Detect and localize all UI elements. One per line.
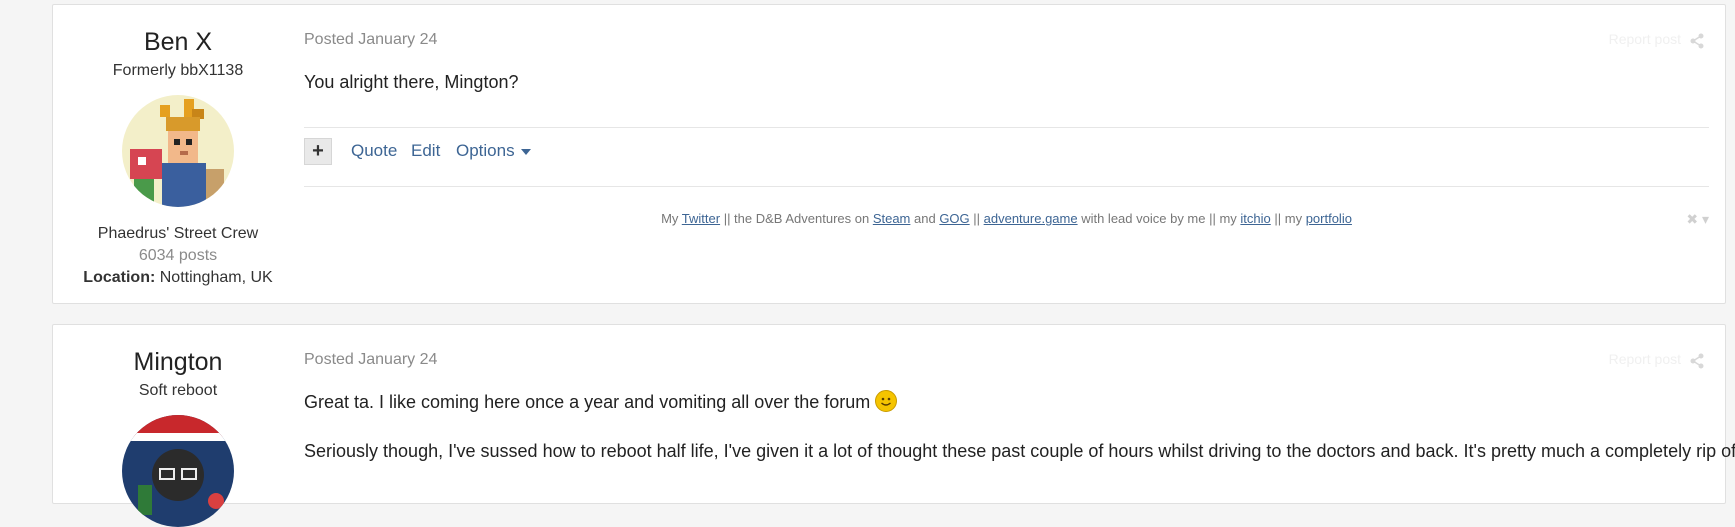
sig-text: || my — [1270, 211, 1306, 226]
post-content: Posted January 24 Report post You alrigh… — [304, 5, 1709, 227]
author-title: Formerly bbX1138 — [112, 62, 244, 79]
author-name[interactable]: Mington — [53, 347, 303, 377]
post-paragraph: Seriously though, I've sussed how to reb… — [304, 441, 1735, 461]
share-icon[interactable] — [1689, 33, 1705, 49]
post-ben-x: Ben X Formerly bbX1138 Phaedrus' Street … — [52, 4, 1726, 304]
multiquote-plus-button[interactable]: + — [304, 138, 332, 165]
sig-link-adventure-game[interactable]: adventure.game — [984, 211, 1078, 226]
author-name[interactable]: Ben X — [53, 27, 303, 57]
post-body: You alright there, Mington? — [304, 72, 519, 92]
edit-button[interactable]: Edit — [411, 140, 440, 162]
report-post-link[interactable]: Report post — [1609, 31, 1681, 47]
options-menu-button[interactable]: Options — [456, 140, 531, 162]
sig-link-gog[interactable]: GOG — [939, 211, 969, 226]
smile-emoji-icon — [875, 390, 898, 412]
signature-hide-icon[interactable]: ✖ ▾ — [1686, 211, 1709, 228]
sig-link-itchio[interactable]: itchio — [1240, 211, 1270, 226]
author-panel: Mington Soft reboot — [53, 325, 303, 527]
report-post-link[interactable]: Report post — [1609, 351, 1681, 367]
author-title: Soft reboot — [138, 382, 218, 399]
author-panel: Ben X Formerly bbX1138 Phaedrus' Street … — [53, 5, 303, 289]
sig-link-portfolio[interactable]: portfolio — [1306, 211, 1352, 226]
author-location: Location: Nottingham, UK — [53, 267, 303, 289]
post-paragraph-text: Great ta. I like coming here once a year… — [304, 392, 871, 412]
sig-link-twitter[interactable]: Twitter — [682, 211, 720, 226]
post-content: Posted January 24 Report post Great ta. … — [304, 325, 1735, 488]
author-group: Phaedrus' Street Crew — [97, 225, 259, 242]
signature: My Twitter || the D&B Adventures on Stea… — [304, 211, 1709, 226]
sig-text: with lead voice by me || my — [1077, 211, 1241, 226]
post-body: Great ta. I like coming here once a year… — [304, 390, 1735, 463]
post-mington: Mington Soft reboot Posted January 24 Re… — [52, 324, 1735, 527]
post-actions-bar: + Quote Edit Options — [304, 127, 1709, 187]
quote-button[interactable]: Quote — [351, 140, 397, 162]
chevron-down-icon — [520, 148, 531, 155]
post-date[interactable]: Posted January 24 — [304, 350, 1709, 370]
location-value: Nottingham, UK — [159, 269, 273, 286]
post-paragraph: Great ta. I like coming here once a year… — [304, 390, 1709, 414]
sig-text: and — [910, 211, 940, 226]
location-label: Location: — [83, 269, 156, 286]
share-icon[interactable] — [1689, 353, 1705, 369]
sig-link-steam[interactable]: Steam — [873, 211, 911, 226]
sig-text: || the D&B Adventures on — [720, 211, 873, 226]
avatar[interactable] — [122, 95, 234, 207]
options-label: Options — [456, 141, 515, 160]
post-date[interactable]: Posted January 24 — [304, 30, 1709, 50]
avatar[interactable] — [122, 415, 234, 527]
sig-text: My — [661, 211, 682, 226]
author-post-count: 6034 posts — [138, 247, 218, 264]
sig-text: || — [969, 211, 984, 226]
